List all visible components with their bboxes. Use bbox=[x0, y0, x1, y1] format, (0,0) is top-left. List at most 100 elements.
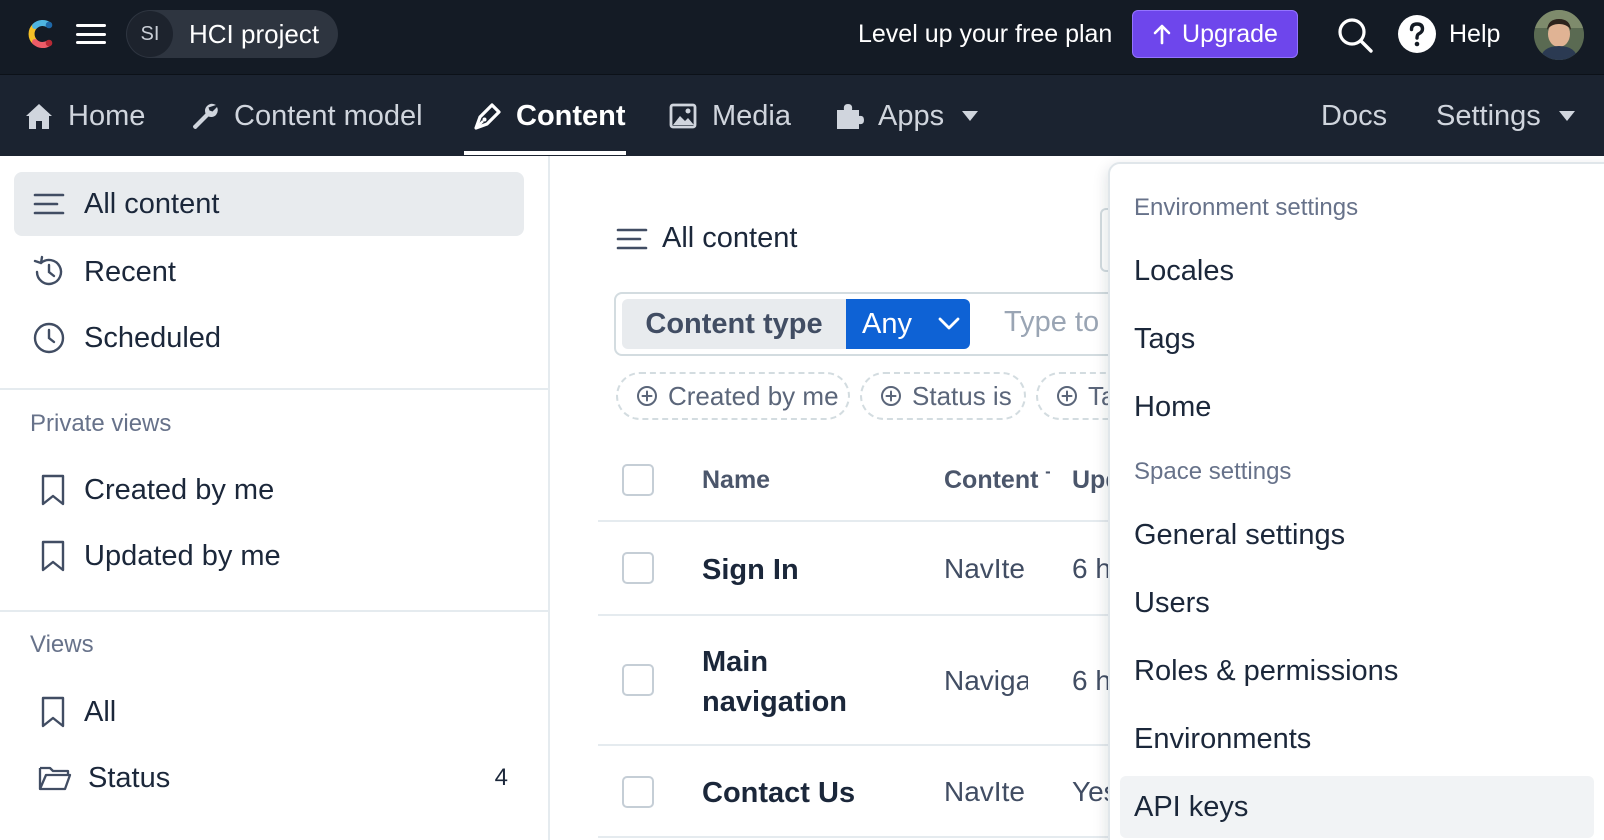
bookmark-icon bbox=[41, 474, 65, 506]
entry-name-line: Main bbox=[702, 646, 769, 678]
chevron-down-icon bbox=[962, 111, 979, 121]
entry-content-type: NavIte bbox=[944, 776, 1025, 807]
chip-label: Status is bbox=[912, 380, 1012, 411]
view-count-badge: 4 bbox=[494, 764, 508, 791]
row-checkbox[interactable] bbox=[622, 552, 654, 584]
top-bar: SI HCI project Level up your free plan U… bbox=[0, 0, 1604, 74]
folder-icon bbox=[38, 766, 72, 791]
view-label: Status bbox=[88, 761, 171, 794]
space-switcher[interactable]: SI HCI project bbox=[126, 10, 338, 58]
puzzle-icon bbox=[837, 104, 864, 129]
active-tab-indicator bbox=[464, 151, 626, 155]
nav-content-model-label: Content model bbox=[234, 99, 423, 132]
menu-item-home[interactable]: Home bbox=[1120, 376, 1594, 438]
nav-docs-label: Docs bbox=[1321, 99, 1388, 132]
sidebar-item-recent[interactable]: Recent bbox=[14, 240, 524, 304]
menu-item-roles-permissions[interactable]: Roles & permissions bbox=[1120, 640, 1594, 702]
nav-home-label: Home bbox=[68, 99, 146, 132]
entry-content-type: Naviga bbox=[944, 665, 1028, 696]
menu-item-general-settings[interactable]: General settings bbox=[1120, 504, 1594, 566]
filter-chip-created-by-me[interactable]: Created by me bbox=[616, 372, 850, 420]
home-icon bbox=[26, 104, 52, 129]
help-icon[interactable] bbox=[1397, 14, 1437, 54]
environment-settings-heading: Environment settings bbox=[1134, 194, 1359, 221]
space-avatar: SI bbox=[127, 11, 173, 57]
divider bbox=[598, 614, 1118, 616]
view-folder-status[interactable]: Status 4 bbox=[38, 750, 528, 806]
upgrade-button[interactable]: Upgrade bbox=[1132, 10, 1298, 58]
nav-settings[interactable]: Settings bbox=[1436, 75, 1575, 157]
view-created-by-me[interactable]: Created by me bbox=[38, 462, 528, 518]
plus-circle-icon bbox=[1057, 386, 1077, 406]
user-avatar[interactable] bbox=[1534, 10, 1584, 60]
entry-updated: Yes bbox=[1072, 776, 1112, 807]
arrow-up-icon bbox=[1153, 24, 1171, 45]
pen-icon bbox=[474, 103, 501, 130]
column-header-updated[interactable]: Upd bbox=[1072, 466, 1112, 495]
menu-item-tags[interactable]: Tags bbox=[1120, 308, 1594, 370]
wrench-icon bbox=[193, 103, 218, 129]
page-title: All content bbox=[616, 222, 797, 255]
plus-circle-icon bbox=[881, 386, 901, 406]
entry-content-type: NavIte bbox=[944, 553, 1025, 584]
entry-name[interactable]: Main navigation bbox=[702, 642, 847, 722]
entry-updated: 6 h bbox=[1072, 665, 1111, 696]
view-label: Created by me bbox=[84, 473, 275, 506]
chip-label: Created by me bbox=[668, 380, 839, 411]
row-checkbox[interactable] bbox=[622, 776, 654, 808]
entry-name[interactable]: Contact Us bbox=[702, 773, 855, 813]
sidebar-item-all-content[interactable]: All content bbox=[14, 172, 524, 236]
contentful-logo-icon[interactable] bbox=[22, 16, 58, 52]
column-header-name[interactable]: Name bbox=[702, 466, 770, 495]
menu-item-environments[interactable]: Environments bbox=[1120, 708, 1594, 770]
upgrade-label: Upgrade bbox=[1182, 19, 1278, 48]
divider bbox=[598, 520, 1118, 522]
nav-apps[interactable]: Apps bbox=[834, 75, 979, 157]
sidebar: All content Recent Scheduled Private vie… bbox=[0, 156, 550, 840]
plus-circle-icon bbox=[637, 386, 657, 406]
nav-media[interactable]: Media bbox=[668, 75, 791, 157]
entry-name[interactable]: Sign In bbox=[702, 550, 799, 590]
menu-item-users[interactable]: Users bbox=[1120, 572, 1594, 634]
view-all[interactable]: All bbox=[38, 684, 528, 740]
sidebar-item-label: All content bbox=[84, 187, 220, 220]
content-type-select[interactable]: Any bbox=[846, 299, 970, 349]
entry-updated: 6 h bbox=[1072, 553, 1111, 584]
bookmark-icon bbox=[41, 540, 65, 572]
history-icon bbox=[33, 255, 63, 286]
nav-settings-label: Settings bbox=[1436, 99, 1541, 132]
divider bbox=[0, 610, 548, 612]
chevron-down-icon bbox=[938, 317, 960, 330]
sidebar-item-label: Recent bbox=[84, 255, 176, 288]
search-icon[interactable] bbox=[1336, 16, 1374, 54]
entry-name-line: navigation bbox=[702, 686, 848, 718]
nav-content-label: Content bbox=[516, 99, 626, 132]
nav-home[interactable]: Home bbox=[24, 75, 145, 157]
nav-content[interactable]: Content bbox=[472, 75, 626, 157]
nav-docs[interactable]: Docs bbox=[1321, 75, 1387, 157]
menu-item-api-keys[interactable]: API keys bbox=[1120, 776, 1594, 838]
row-checkbox[interactable] bbox=[622, 664, 654, 696]
bookmark-icon bbox=[41, 696, 65, 728]
column-header-content-type[interactable]: Content ˉ bbox=[944, 466, 1050, 495]
nav-content-model[interactable]: Content model bbox=[190, 75, 423, 157]
help-label[interactable]: Help bbox=[1449, 20, 1500, 49]
view-label: All bbox=[84, 695, 117, 728]
menu-item-locales[interactable]: Locales bbox=[1120, 240, 1594, 302]
view-updated-by-me[interactable]: Updated by me bbox=[38, 528, 528, 584]
divider bbox=[598, 836, 1118, 838]
list-icon bbox=[33, 193, 65, 215]
nav-media-label: Media bbox=[712, 99, 791, 132]
private-views-heading: Private views bbox=[30, 410, 172, 437]
sidebar-item-scheduled[interactable]: Scheduled bbox=[14, 306, 524, 370]
page-title-text: All content bbox=[662, 222, 798, 254]
filter-chip-status-is[interactable]: Status is bbox=[860, 372, 1026, 420]
menu-icon[interactable] bbox=[76, 21, 106, 47]
settings-dropdown-menu: Environment settings Locales Tags Home S… bbox=[1108, 162, 1604, 840]
view-label: Updated by me bbox=[84, 539, 281, 572]
search-input[interactable]: Type to bbox=[1004, 306, 1099, 339]
list-icon bbox=[616, 228, 648, 249]
views-heading: Views bbox=[30, 631, 94, 658]
select-all-checkbox[interactable] bbox=[622, 464, 654, 496]
content-type-filter-label: Content type bbox=[622, 299, 846, 349]
